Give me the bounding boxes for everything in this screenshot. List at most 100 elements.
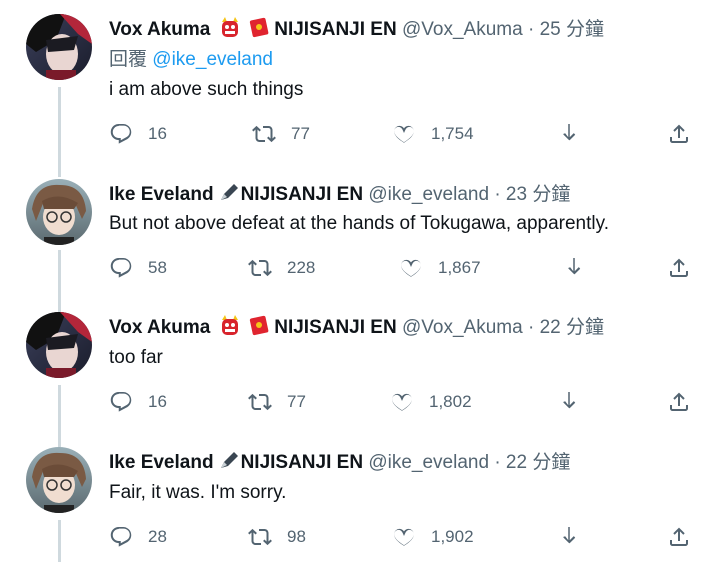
download-arrow-icon bbox=[562, 256, 586, 280]
avatar[interactable] bbox=[26, 447, 92, 513]
download-button[interactable] bbox=[557, 120, 581, 148]
display-name[interactable]: Vox Akuma bbox=[109, 19, 210, 40]
pen-icon bbox=[217, 181, 241, 210]
retweet-button[interactable]: 228 bbox=[248, 254, 315, 282]
thread-line bbox=[58, 520, 61, 562]
tweet-actions: 58 228 1,867 bbox=[109, 254, 699, 282]
retweet-icon bbox=[248, 390, 272, 414]
oni-mask-icon bbox=[219, 16, 241, 45]
retweet-button[interactable]: 98 bbox=[248, 523, 306, 551]
retweet-icon bbox=[248, 256, 272, 280]
tweet-text: i am above such things bbox=[109, 79, 304, 100]
tweet-actions: 16 77 1,754 bbox=[109, 120, 699, 148]
separator-dot: · bbox=[527, 19, 535, 40]
user-handle[interactable]: @ike_eveland bbox=[368, 184, 489, 205]
org-name[interactable]: NIJISANJI EN bbox=[241, 452, 363, 473]
reply-mention-link[interactable]: @ike_eveland bbox=[152, 49, 273, 70]
separator-dot: · bbox=[494, 452, 501, 473]
avatar[interactable] bbox=[26, 312, 92, 378]
org-name[interactable]: NIJISANJI EN bbox=[274, 19, 396, 40]
heart-icon bbox=[392, 525, 416, 549]
tweet-header: Vox Akuma NIJISANJI EN @Vox_Akuma · 25 分… bbox=[109, 16, 604, 45]
display-name[interactable]: Vox Akuma bbox=[109, 317, 210, 338]
like-count: 1,902 bbox=[431, 527, 474, 546]
retweet-button[interactable]: 77 bbox=[248, 388, 306, 416]
display-name[interactable]: Ike Eveland bbox=[109, 184, 214, 205]
red-envelope-icon bbox=[249, 314, 269, 343]
share-button[interactable] bbox=[667, 254, 691, 282]
like-button[interactable]: 1,802 bbox=[390, 388, 472, 416]
tweet-text: Fair, it was. I'm sorry. bbox=[109, 482, 287, 503]
retweet-button[interactable]: 77 bbox=[252, 120, 310, 148]
thread-line bbox=[58, 87, 61, 165]
thread-line bbox=[58, 300, 61, 312]
separator-dot: · bbox=[527, 317, 535, 338]
separator-dot: · bbox=[494, 184, 501, 205]
share-button[interactable] bbox=[667, 388, 691, 416]
retweet-count: 98 bbox=[287, 527, 306, 546]
tweet[interactable]: Ike Eveland NIJISANJI EN @ike_eveland · 2… bbox=[0, 165, 723, 300]
reply-count: 16 bbox=[148, 392, 167, 411]
share-icon bbox=[667, 256, 691, 280]
tweet-text: too far bbox=[109, 347, 163, 368]
retweet-count: 228 bbox=[287, 258, 316, 277]
display-name[interactable]: Ike Eveland bbox=[109, 452, 214, 473]
reply-prefix: 回覆 bbox=[109, 49, 148, 70]
speech-bubble-icon bbox=[109, 390, 133, 414]
tweet[interactable]: Vox Akuma NIJISANJI EN @Vox_Akuma · 25 分… bbox=[0, 0, 723, 165]
thread-line bbox=[58, 165, 61, 177]
speech-bubble-icon bbox=[109, 525, 133, 549]
download-button[interactable] bbox=[562, 254, 586, 282]
speech-bubble-icon bbox=[109, 122, 133, 146]
avatar[interactable] bbox=[26, 179, 92, 245]
heart-icon bbox=[390, 390, 414, 414]
retweet-icon bbox=[248, 525, 272, 549]
thread-line bbox=[58, 385, 61, 435]
tweet-text: But not above defeat at the hands of Tok… bbox=[109, 213, 609, 234]
user-handle[interactable]: @Vox_Akuma bbox=[402, 317, 523, 338]
oni-mask-icon bbox=[219, 314, 241, 343]
share-button[interactable] bbox=[667, 120, 691, 148]
reply-button[interactable]: 16 bbox=[109, 120, 167, 148]
user-handle[interactable]: @ike_eveland bbox=[368, 452, 489, 473]
timestamp[interactable]: 22 分鐘 bbox=[506, 452, 570, 473]
reply-button[interactable]: 58 bbox=[109, 254, 167, 282]
tweet-header: Ike Eveland NIJISANJI EN @ike_eveland · 2… bbox=[109, 449, 570, 478]
reply-context: 回覆 @ike_eveland bbox=[109, 48, 273, 72]
retweet-icon bbox=[252, 122, 276, 146]
timestamp[interactable]: 22 分鐘 bbox=[540, 317, 604, 338]
avatar[interactable] bbox=[26, 14, 92, 80]
org-name[interactable]: NIJISANJI EN bbox=[241, 184, 363, 205]
retweet-count: 77 bbox=[291, 124, 310, 143]
like-button[interactable]: 1,867 bbox=[399, 254, 481, 282]
reply-count: 16 bbox=[148, 124, 167, 143]
pen-icon bbox=[217, 449, 241, 478]
thread-line bbox=[58, 250, 61, 300]
like-button[interactable]: 1,754 bbox=[392, 120, 474, 148]
share-icon bbox=[667, 390, 691, 414]
timestamp[interactable]: 25 分鐘 bbox=[540, 19, 604, 40]
download-button[interactable] bbox=[557, 523, 581, 551]
download-arrow-icon bbox=[557, 390, 581, 414]
share-icon bbox=[667, 122, 691, 146]
retweet-count: 77 bbox=[287, 392, 306, 411]
like-button[interactable]: 1,902 bbox=[392, 523, 474, 551]
download-arrow-icon bbox=[557, 122, 581, 146]
heart-icon bbox=[399, 256, 423, 280]
reply-button[interactable]: 16 bbox=[109, 388, 167, 416]
timestamp[interactable]: 23 分鐘 bbox=[506, 184, 570, 205]
tweet-header: Ike Eveland NIJISANJI EN @ike_eveland · 2… bbox=[109, 181, 570, 210]
download-button[interactable] bbox=[557, 388, 581, 416]
tweet[interactable]: Vox Akuma NIJISANJI EN @Vox_Akuma · 22 分… bbox=[0, 300, 723, 435]
tweet-actions: 16 77 1,802 bbox=[109, 388, 699, 416]
reply-button[interactable]: 28 bbox=[109, 523, 167, 551]
user-handle[interactable]: @Vox_Akuma bbox=[402, 19, 523, 40]
tweet[interactable]: Ike Eveland NIJISANJI EN @ike_eveland · 2… bbox=[0, 435, 723, 562]
org-name[interactable]: NIJISANJI EN bbox=[274, 317, 396, 338]
thread-line bbox=[58, 435, 61, 447]
reply-count: 58 bbox=[148, 258, 167, 277]
share-button[interactable] bbox=[667, 523, 691, 551]
tweet-actions: 28 98 1,902 bbox=[109, 523, 699, 551]
like-count: 1,754 bbox=[431, 124, 474, 143]
reply-count: 28 bbox=[148, 527, 167, 546]
